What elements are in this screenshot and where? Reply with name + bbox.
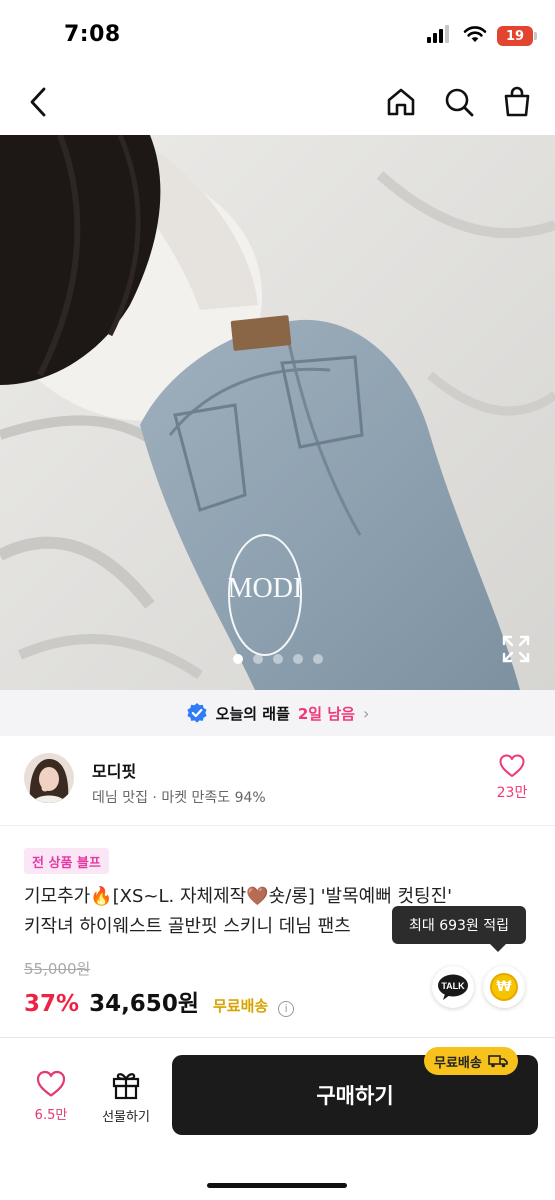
heart-icon	[499, 754, 525, 777]
status-time: 7:08	[64, 22, 121, 47]
shop-name[interactable]: 모디핏	[92, 758, 136, 782]
home-icon	[387, 88, 415, 116]
verified-badge-icon	[187, 703, 207, 723]
status-icons: 19	[427, 24, 537, 48]
won-coin-icon: ₩	[490, 973, 518, 1001]
points-tooltip: 최대 693원 적립	[392, 906, 526, 952]
sale-price: 34,650원	[89, 991, 199, 1017]
shop-like-button[interactable]: 23만	[487, 754, 537, 802]
tooltip-text: 최대 693원 적립	[408, 918, 510, 934]
truck-icon	[488, 1055, 508, 1068]
shop-avatar[interactable]	[24, 753, 74, 803]
battery-level: 19	[505, 28, 525, 44]
heart-icon	[36, 1070, 66, 1097]
shop-description: 데님 맛집 · 마켓 만족도 94%	[92, 790, 266, 806]
info-icon[interactable]: i	[278, 1000, 295, 1017]
product-title-line-1: 기모추가🔥[XS~L. 자체제작🤎숏/롱] '발목예뻐 컷팅진'	[24, 886, 453, 907]
back-button[interactable]	[18, 82, 58, 122]
gallery-dot[interactable]	[292, 654, 303, 664]
free-shipping-label: 무료배송	[212, 997, 269, 1015]
gift-icon	[112, 1073, 140, 1100]
kakao-talk-button[interactable]: TALK	[432, 966, 474, 1008]
signal-icon	[427, 25, 453, 47]
nav-actions	[381, 82, 537, 122]
shop-like-count: 23만	[496, 785, 528, 801]
wifi-icon	[463, 25, 487, 47]
avatar-image	[24, 753, 74, 803]
original-price: 55,000원	[24, 960, 91, 978]
sale-badge: 전 상품 블프	[24, 848, 109, 874]
home-indicator	[207, 1183, 347, 1188]
bag-button[interactable]	[497, 82, 537, 122]
shipping-pill-label: 무료배송	[434, 1055, 482, 1071]
search-icon	[445, 88, 474, 117]
expand-icon	[502, 635, 530, 663]
like-count: 6.5만	[34, 1108, 68, 1123]
bag-icon	[504, 86, 530, 117]
gift-button[interactable]: 선물하기	[94, 1070, 158, 1125]
status-bar: 7:08 19	[0, 0, 555, 70]
back-icon	[30, 87, 46, 117]
product-photo: MODI	[0, 135, 555, 690]
home-button[interactable]	[381, 82, 421, 122]
buy-label: 구매하기	[316, 1084, 394, 1108]
price-row: 37% 34,650원 무료배송 i	[24, 984, 295, 1020]
nav-bar	[0, 72, 555, 132]
gift-label: 선물하기	[102, 1110, 150, 1125]
expand-button[interactable]	[501, 634, 531, 664]
search-button[interactable]	[439, 82, 479, 122]
battery-icon: 19	[497, 26, 537, 46]
watermark-text: MODI	[228, 573, 303, 604]
gallery-dots	[0, 654, 555, 664]
gallery-dot[interactable]	[232, 654, 243, 664]
raffle-remaining: 2일 남음	[297, 704, 355, 723]
discount-rate: 37%	[24, 991, 80, 1017]
raffle-label: 오늘의 래플	[215, 704, 290, 723]
points-button[interactable]: ₩	[483, 966, 525, 1008]
gallery-dot[interactable]	[272, 654, 283, 664]
gallery-dot[interactable]	[252, 654, 263, 664]
product-title-line-2: 키작녀 하이웨스트 골반핏 스키니 데님 팬츠	[24, 916, 351, 937]
shop-info: 모디핏 데님 맛집 · 마켓 만족도 94% 23만	[0, 736, 555, 826]
like-button[interactable]: 6.5만	[20, 1070, 82, 1123]
free-shipping-badge: 무료배송	[424, 1047, 518, 1075]
talk-icon: TALK	[438, 974, 468, 1000]
product-image-gallery[interactable]: MODI	[0, 135, 555, 690]
raffle-banner[interactable]: 오늘의 래플 2일 남음 ›	[0, 690, 555, 736]
talk-label: TALK	[441, 981, 465, 991]
bottom-action-bar: 6.5만 선물하기 구매하기 무료배송	[0, 1037, 555, 1200]
chevron-right-icon: ›	[362, 703, 370, 723]
gallery-dot[interactable]	[312, 654, 323, 664]
